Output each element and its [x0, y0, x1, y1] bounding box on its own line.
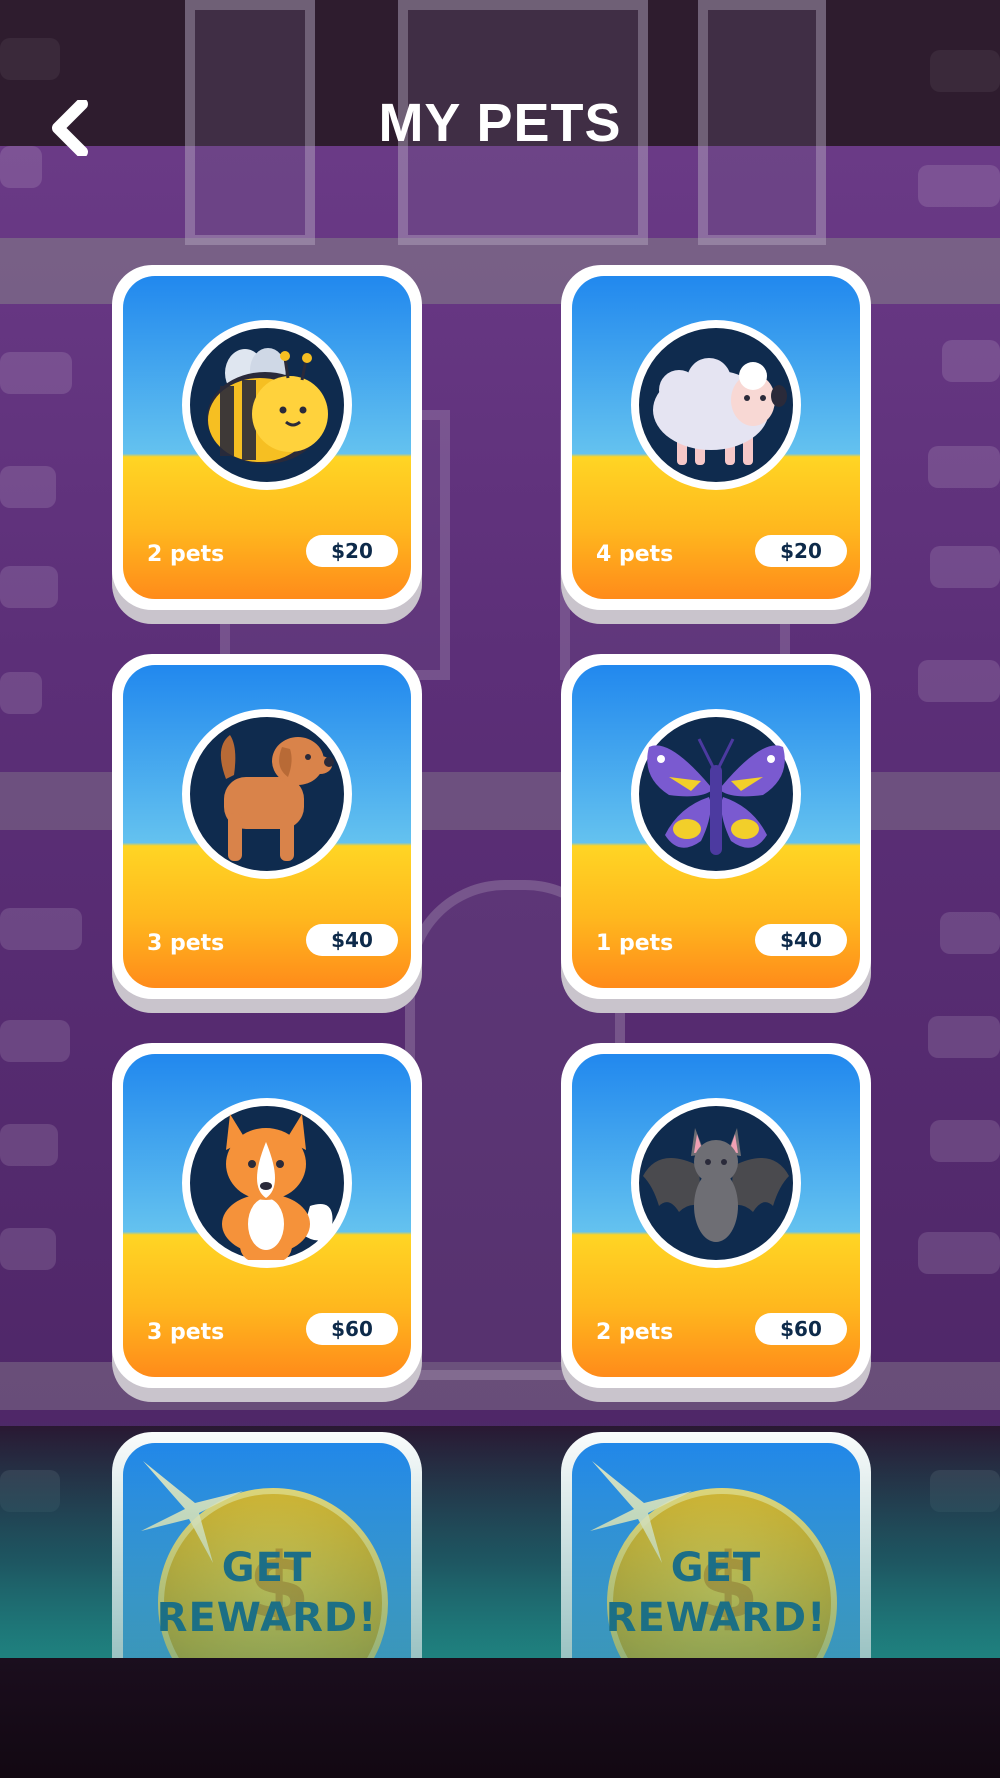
pet-card-butterfly[interactable]: 1 pets $40 — [561, 654, 871, 999]
sheep-avatar — [631, 320, 801, 490]
pet-count: 4 pets — [596, 542, 674, 567]
pet-count: 2 pets — [147, 542, 225, 567]
price-badge: $20 — [755, 535, 847, 567]
sheep-icon — [653, 358, 787, 465]
bat-icon — [643, 1128, 789, 1242]
bee-avatar — [182, 320, 352, 490]
butterfly-avatar — [631, 709, 801, 879]
butterfly-icon — [647, 738, 785, 855]
page-title: MY PETS — [378, 93, 622, 153]
price-badge: $40 — [306, 924, 398, 956]
reward-label: GET REWARD! — [156, 1545, 378, 1641]
pet-count: 1 pets — [596, 931, 674, 956]
pet-card-bat[interactable]: 2 pets $60 — [561, 1043, 871, 1388]
pet-card-sheep[interactable]: 4 pets $20 — [561, 265, 871, 610]
pet-count: 3 pets — [147, 931, 225, 956]
price-badge: $40 — [755, 924, 847, 956]
fox-icon — [222, 1114, 333, 1260]
dog-icon — [220, 735, 334, 861]
dog-avatar — [182, 709, 352, 879]
pet-count: 2 pets — [596, 1320, 674, 1345]
pet-card-fox[interactable]: 3 pets $60 — [112, 1043, 422, 1388]
get-reward-button[interactable]: $ GET REWARD! — [112, 1432, 422, 1662]
fox-avatar — [182, 1098, 352, 1268]
pet-card-bee[interactable]: 2 pets $20 — [112, 265, 422, 610]
pet-count: 3 pets — [147, 1320, 225, 1345]
top-bar: MY PETS — [0, 0, 1000, 158]
bottom-bar — [0, 1658, 1000, 1778]
bee-icon — [207, 348, 328, 464]
pet-card-dog[interactable]: 3 pets $40 — [112, 654, 422, 999]
price-badge: $20 — [306, 535, 398, 567]
bat-avatar — [631, 1098, 801, 1268]
price-badge: $60 — [306, 1313, 398, 1345]
price-badge: $60 — [755, 1313, 847, 1345]
get-reward-button[interactable]: $ GET REWARD! — [561, 1432, 871, 1662]
reward-label: GET REWARD! — [605, 1545, 827, 1641]
